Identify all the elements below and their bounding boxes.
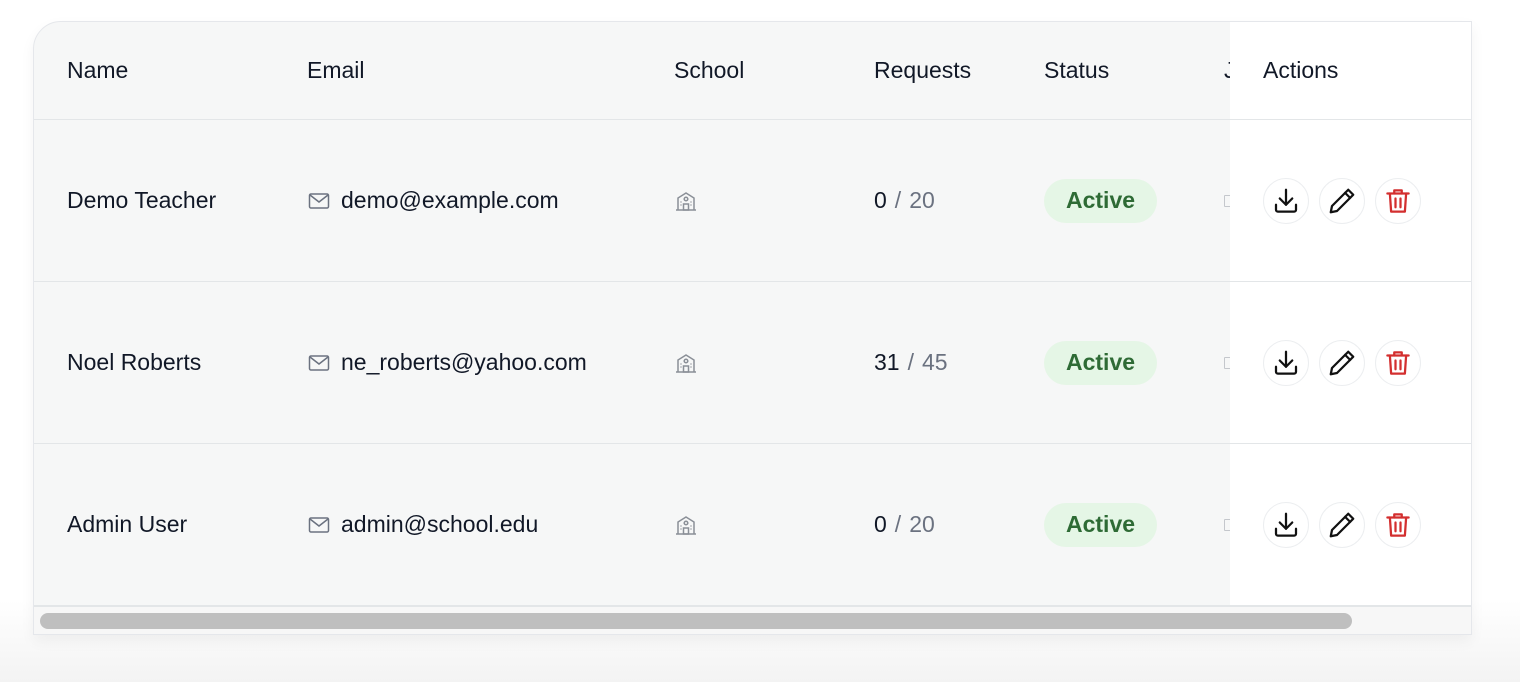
row-actions [1263, 502, 1421, 548]
divider [1230, 119, 1471, 120]
requests-used: 0 [874, 511, 887, 537]
download-button[interactable] [1263, 502, 1309, 548]
edit-button[interactable] [1319, 340, 1365, 386]
status-badge: Active [1044, 178, 1158, 223]
download-icon [1271, 510, 1301, 540]
requests-used: 31 [874, 349, 900, 375]
header-school[interactable]: School [674, 22, 744, 119]
row-actions [1263, 178, 1421, 224]
download-icon [1271, 186, 1301, 216]
user-email: admin@school.edu [341, 511, 539, 537]
status-cell: Active [1044, 444, 1158, 605]
mail-icon [307, 351, 331, 375]
school-building-icon [674, 189, 698, 213]
pencil-icon [1327, 186, 1357, 216]
delete-button[interactable] [1375, 502, 1421, 548]
trash-icon [1383, 186, 1413, 216]
row-actions [1263, 340, 1421, 386]
trash-icon [1383, 510, 1413, 540]
scrollbar-thumb[interactable] [40, 613, 1352, 629]
school-cell [674, 120, 698, 281]
requests-cell: 0 / 20 [874, 444, 935, 605]
download-button[interactable] [1263, 178, 1309, 224]
edit-button[interactable] [1319, 502, 1365, 548]
download-icon [1271, 348, 1301, 378]
header-status[interactable]: Status [1044, 22, 1109, 119]
status-badge: Active [1044, 340, 1158, 385]
email-cell: demo@example.com [307, 120, 559, 281]
header-actions: Actions [1263, 57, 1339, 83]
email-cell: ne_roberts@yahoo.com [307, 282, 587, 443]
pencil-icon [1327, 510, 1357, 540]
horizontal-scrollbar[interactable] [34, 606, 1471, 634]
school-cell [674, 282, 698, 443]
header-requests[interactable]: Requests [874, 22, 971, 119]
requests-separator: / [894, 511, 902, 537]
delete-button[interactable] [1375, 340, 1421, 386]
school-building-icon [674, 513, 698, 537]
pencil-icon [1327, 348, 1357, 378]
table-scroll-area[interactable]: Name Email School Requests Status J Demo… [34, 22, 1471, 606]
user-email: demo@example.com [341, 187, 559, 213]
requests-separator: / [894, 187, 902, 213]
school-cell [674, 444, 698, 605]
mail-icon [307, 513, 331, 537]
mail-icon [307, 189, 331, 213]
requests-cell: 31 / 45 [874, 282, 948, 443]
status-cell: Active [1044, 120, 1158, 281]
divider [1230, 443, 1471, 444]
actions-column: Actions [1230, 22, 1471, 606]
status-badge: Active [1044, 502, 1158, 547]
download-button[interactable] [1263, 340, 1309, 386]
divider [1230, 281, 1471, 282]
header-name[interactable]: Name [67, 22, 128, 119]
user-email: ne_roberts@yahoo.com [341, 349, 587, 375]
email-cell: admin@school.edu [307, 444, 538, 605]
edit-button[interactable] [1319, 178, 1365, 224]
status-cell: Active [1044, 282, 1158, 443]
requests-total: 45 [921, 349, 948, 375]
trash-icon [1383, 348, 1413, 378]
requests-used: 0 [874, 187, 887, 213]
requests-total: 20 [909, 511, 935, 537]
requests-separator: / [907, 349, 914, 375]
header-email[interactable]: Email [307, 22, 365, 119]
user-name: Noel Roberts [67, 349, 202, 375]
school-building-icon [674, 351, 698, 375]
users-table-card: Name Email School Requests Status J Demo… [33, 21, 1472, 635]
requests-cell: 0 / 20 [874, 120, 935, 281]
user-name: Demo Teacher [67, 187, 217, 213]
delete-button[interactable] [1375, 178, 1421, 224]
requests-total: 20 [909, 187, 935, 213]
user-name: Admin User [67, 511, 188, 537]
